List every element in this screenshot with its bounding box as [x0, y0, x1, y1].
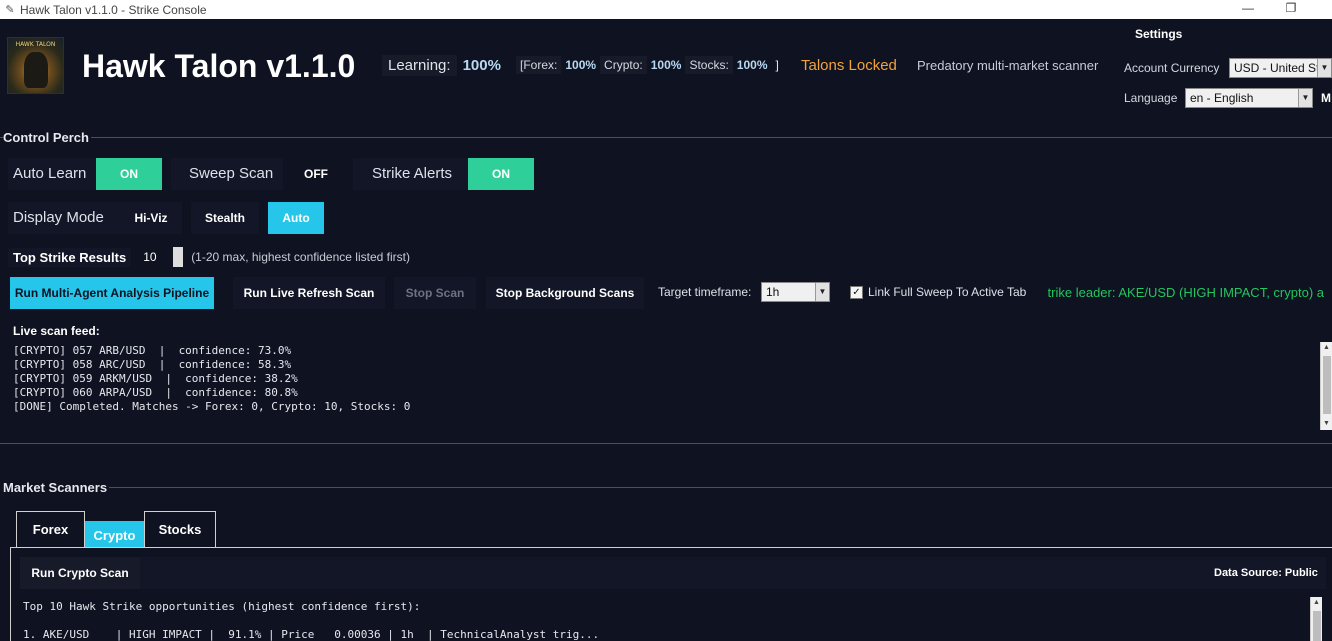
toggle-row: Auto Learn ON Sweep Scan OFF Strike Aler…	[8, 158, 534, 190]
forex-label: [Forex:	[516, 56, 562, 74]
feed-line: [CRYPTO] 059 ARKM/USD | confidence: 38.2…	[13, 372, 298, 385]
auto-learn-label: Auto Learn	[8, 158, 96, 190]
learning-value: 100%	[462, 56, 501, 74]
maximize-button[interactable]: ❐	[1268, 0, 1314, 19]
chevron-down-icon[interactable]: ▼	[815, 283, 829, 301]
tab-stocks[interactable]: Stocks	[144, 511, 216, 547]
strike-alerts-toggle[interactable]: ON	[468, 158, 534, 190]
language-value: en - English	[1190, 91, 1254, 105]
currency-value: USD - United Stat	[1234, 61, 1330, 75]
data-source-label: Data Source: Public	[1214, 567, 1318, 579]
scroll-thumb[interactable]	[1313, 611, 1321, 641]
tagline: Predatory multi-market scanner	[917, 58, 1099, 73]
run-crypto-scan-button[interactable]: Run Crypto Scan	[20, 557, 140, 589]
app-logo: HAWK TALON	[7, 37, 64, 94]
feed-line: [CRYPTO] 060 ARPA/USD | confidence: 80.8…	[13, 386, 298, 399]
chevron-down-icon[interactable]: ▼	[1317, 59, 1331, 77]
stocks-value: 100%	[736, 58, 768, 72]
result-row: 1. AKE/USD | HIGH IMPACT | 91.1% | Price…	[23, 628, 600, 641]
link-sweep-checkbox[interactable]: ✓	[850, 286, 863, 299]
stop-background-button[interactable]: Stop Background Scans	[486, 277, 644, 309]
feed-line: [DONE] Completed. Matches -> Forex: 0, C…	[13, 400, 411, 413]
run-pipeline-button[interactable]: Run Multi-Agent Analysis Pipeline	[10, 277, 214, 309]
live-scan-feed[interactable]: [CRYPTO] 057 ARB/USD | confidence: 73.0%…	[8, 340, 1320, 430]
timeframe-select[interactable]: 1h ▼	[761, 282, 830, 302]
timeframe-value: 1h	[766, 285, 780, 299]
minimize-button[interactable]: —	[1225, 0, 1271, 19]
feed-line: [CRYPTO] 058 ARC/USD | confidence: 58.3%	[13, 358, 292, 371]
window-title: Hawk Talon v1.1.0 - Strike Console	[20, 2, 207, 17]
strike-leader-text: Strike leader: AKE/USD (HIGH IMPACT, cry…	[1048, 285, 1324, 300]
market-scanners-title: Market Scanners	[3, 480, 110, 495]
scroll-thumb[interactable]	[1323, 356, 1331, 414]
stocks-label: Stocks:	[685, 56, 733, 74]
chevron-down-icon[interactable]: ▼	[1298, 89, 1312, 107]
sweep-scan-label: Sweep Scan	[171, 158, 283, 190]
mode-auto-button[interactable]: Auto	[268, 202, 324, 234]
logo-text: HAWK TALON	[15, 41, 56, 48]
link-sweep-label: Link Full Sweep To Active Tab	[868, 285, 1027, 299]
status-text: Talons Locked	[801, 57, 897, 74]
spinbox-arrows-icon[interactable]	[173, 247, 184, 267]
app-title: Hawk Talon v1.1.0	[82, 48, 356, 84]
tab-forex[interactable]: Forex	[16, 511, 85, 547]
crypto-label: Crypto:	[600, 56, 647, 74]
stop-scan-button[interactable]: Stop Scan	[394, 277, 476, 309]
settings-extra-label: M	[1321, 91, 1331, 105]
scan-results[interactable]: Top 10 Hawk Strike opportunities (highes…	[18, 596, 1308, 641]
feed-line: [CRYPTO] 057 ARB/USD | confidence: 73.0%	[13, 344, 292, 357]
feather-icon: ✎	[5, 4, 15, 16]
mode-hi-viz-button[interactable]: Hi-Viz	[120, 202, 182, 234]
market-progress: [Forex: 100% Crypto: 100% Stocks: 100% ]	[516, 55, 783, 75]
top-results-value: 10	[143, 250, 157, 264]
timeframe-label: Target timeframe:	[658, 285, 752, 299]
sweep-scan-toggle[interactable]: OFF	[283, 158, 349, 190]
currency-label: Account Currency	[1124, 61, 1220, 75]
markets-close-bracket: ]	[775, 58, 779, 72]
language-select[interactable]: en - English ▼	[1185, 88, 1313, 108]
tab-crypto[interactable]: Crypto	[85, 521, 144, 548]
strike-alerts-label: Strike Alerts	[353, 158, 468, 190]
top-results-row: Top Strike Results 10 (1-20 max, highest…	[8, 246, 410, 268]
hawk-icon	[24, 52, 48, 88]
language-label: Language	[1124, 91, 1178, 105]
top-results-label: Top Strike Results	[8, 247, 132, 267]
feed-scrollbar[interactable]: ▲ ▼	[1320, 342, 1332, 430]
results-header: Top 10 Hawk Strike opportunities (highes…	[23, 600, 421, 613]
auto-learn-toggle[interactable]: ON	[96, 158, 162, 190]
mode-stealth-button[interactable]: Stealth	[191, 202, 259, 234]
scroll-up-icon[interactable]: ▲	[1321, 342, 1332, 354]
learning-indicator: Learning: 100%	[382, 52, 507, 78]
feed-title: Live scan feed:	[13, 324, 100, 338]
scanner-toolbar	[20, 557, 1326, 589]
app-header: HAWK TALON Hawk Talon v1.1.0 Learning: 1…	[0, 19, 1332, 124]
scroll-up-icon[interactable]: ▲	[1311, 597, 1322, 609]
results-scrollbar[interactable]: ▲	[1310, 597, 1322, 641]
live-refresh-button[interactable]: Run Live Refresh Scan	[233, 277, 385, 309]
window-titlebar: ✎ Hawk Talon v1.1.0 - Strike Console — ❐	[0, 0, 1332, 19]
top-results-hint: (1-20 max, highest confidence listed fir…	[191, 250, 410, 264]
forex-value: 100%	[565, 58, 597, 72]
currency-select[interactable]: USD - United Stat ▼	[1229, 58, 1332, 78]
strike-leader-ticker: Strike leader: AKE/USD (HIGH IMPACT, cry…	[1048, 285, 1324, 300]
settings-title: Settings	[1135, 27, 1183, 41]
top-results-spinbox[interactable]: 10	[139, 247, 184, 267]
scroll-down-icon[interactable]: ▼	[1321, 418, 1332, 430]
crypto-value: 100%	[650, 58, 682, 72]
section-divider	[0, 443, 1332, 444]
section-divider	[104, 487, 1332, 488]
display-mode-row: Display Mode Hi-Viz Stealth Auto	[8, 202, 324, 234]
learning-label: Learning:	[382, 54, 457, 76]
control-perch-title: Control Perch	[3, 130, 91, 145]
display-mode-label: Display Mode	[8, 202, 120, 234]
section-divider	[0, 137, 1332, 138]
